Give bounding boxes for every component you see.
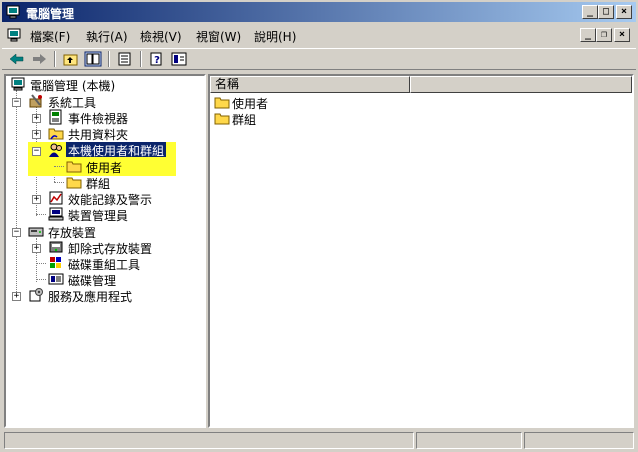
- event-viewer-icon: [49, 109, 62, 125]
- tree-label: 卸除式存放裝置: [68, 242, 153, 256]
- computer-icon: [6, 5, 20, 19]
- tools-icon: [29, 94, 42, 108]
- collapse-toggle[interactable]: −: [12, 228, 21, 237]
- list-item-label: 群組: [232, 113, 257, 127]
- close-button[interactable]: ×: [616, 5, 632, 19]
- column-header-name[interactable]: 名稱: [210, 76, 410, 93]
- menu-window[interactable]: 視窗(W): [196, 28, 241, 45]
- export-list-icon[interactable]: [116, 51, 134, 67]
- svg-text:?: ?: [154, 55, 160, 66]
- child-close-button[interactable]: ×: [614, 28, 630, 42]
- expand-toggle[interactable]: +: [32, 244, 41, 253]
- expand-toggle[interactable]: +: [32, 195, 41, 204]
- computer-icon[interactable]: [6, 27, 22, 43]
- properties-icon[interactable]: [170, 51, 188, 67]
- expand-toggle[interactable]: +: [32, 130, 41, 139]
- tree-guide: [36, 214, 46, 215]
- up-folder-icon[interactable]: [62, 51, 80, 67]
- menu-help[interactable]: 說明(H): [254, 28, 296, 45]
- shared-folder-icon: [48, 128, 64, 140]
- toolbar-separator: [140, 51, 142, 67]
- window-title: 電腦管理: [26, 7, 75, 21]
- tree-label: 服務及應用程式: [48, 290, 133, 304]
- list-pane[interactable]: 名稱 使用者 群組: [208, 74, 634, 428]
- toolbar: ?: [2, 48, 636, 70]
- tree-label-selected: 本機使用者和群組: [66, 142, 167, 158]
- child-minimize-button[interactable]: _: [580, 28, 596, 42]
- folder-icon: [66, 161, 82, 173]
- expand-toggle[interactable]: +: [12, 292, 21, 301]
- tree-label: 效能記錄及警示: [68, 193, 153, 207]
- tree-label: 電腦管理 (本機): [30, 79, 116, 93]
- storage-icon: [28, 227, 44, 237]
- services-icon: [29, 288, 43, 302]
- title-bar[interactable]: 電腦管理 _ □ ×: [2, 2, 636, 22]
- tree-pane[interactable]: 電腦管理 (本機) − 系統工具 + 事件檢視器 + 共用資料夾 − 本機使用者…: [4, 74, 206, 428]
- menu-file[interactable]: 檔案(F): [30, 28, 70, 45]
- tree-guide: [16, 90, 17, 298]
- minimize-button[interactable]: _: [582, 5, 598, 19]
- tree-guide: [36, 263, 46, 264]
- folder-icon: [66, 177, 82, 189]
- show-hide-tree-icon[interactable]: [84, 51, 102, 67]
- child-restore-button[interactable]: ❐: [596, 28, 612, 42]
- tree-label: 裝置管理員: [68, 209, 129, 223]
- disk-management-icon: [48, 273, 64, 285]
- tree-guide: [54, 166, 64, 167]
- forward-arrow-icon[interactable]: [30, 51, 48, 67]
- window: 電腦管理 _ □ × 檔案(F) 執行(A) 檢視(V) 視窗(W) 說明(H)…: [0, 0, 638, 452]
- status-cell-tertiary: [524, 432, 634, 449]
- device-manager-icon: [48, 207, 64, 221]
- removable-storage-icon: [49, 241, 63, 253]
- tree-label: 磁碟管理: [68, 274, 117, 288]
- tree-label: 磁碟重組工具: [68, 258, 141, 272]
- status-bar: [2, 430, 636, 450]
- help-icon[interactable]: ?: [148, 51, 166, 67]
- users-icon: [49, 143, 62, 157]
- computer-icon: [11, 77, 25, 91]
- expand-toggle[interactable]: +: [32, 114, 41, 123]
- tree-label: 使用者: [86, 161, 123, 175]
- collapse-toggle[interactable]: −: [12, 98, 21, 107]
- tree-label: 群組: [86, 177, 111, 191]
- menu-bar: 檔案(F) 執行(A) 檢視(V) 視窗(W) 說明(H) _ ❐ ×: [2, 24, 636, 46]
- tree-label: 事件檢視器: [68, 112, 129, 126]
- tree-label: 共用資料夾: [68, 128, 129, 142]
- status-cell-secondary: [416, 432, 522, 449]
- back-arrow-icon[interactable]: [8, 51, 26, 67]
- toolbar-separator: [54, 51, 56, 67]
- menu-view[interactable]: 檢視(V): [140, 28, 182, 45]
- defrag-icon: [50, 257, 61, 268]
- folder-icon: [214, 97, 230, 109]
- maximize-button[interactable]: □: [598, 5, 614, 19]
- list-item-label: 使用者: [232, 97, 269, 111]
- toolbar-separator: [108, 51, 110, 67]
- tree-guide: [54, 182, 64, 183]
- column-header-empty[interactable]: [410, 76, 632, 93]
- performance-icon: [49, 191, 63, 205]
- tree-guide: [36, 279, 46, 280]
- status-cell-main: [4, 432, 414, 449]
- folder-icon: [214, 113, 230, 125]
- collapse-toggle[interactable]: −: [32, 147, 41, 156]
- menu-action[interactable]: 執行(A): [86, 28, 128, 45]
